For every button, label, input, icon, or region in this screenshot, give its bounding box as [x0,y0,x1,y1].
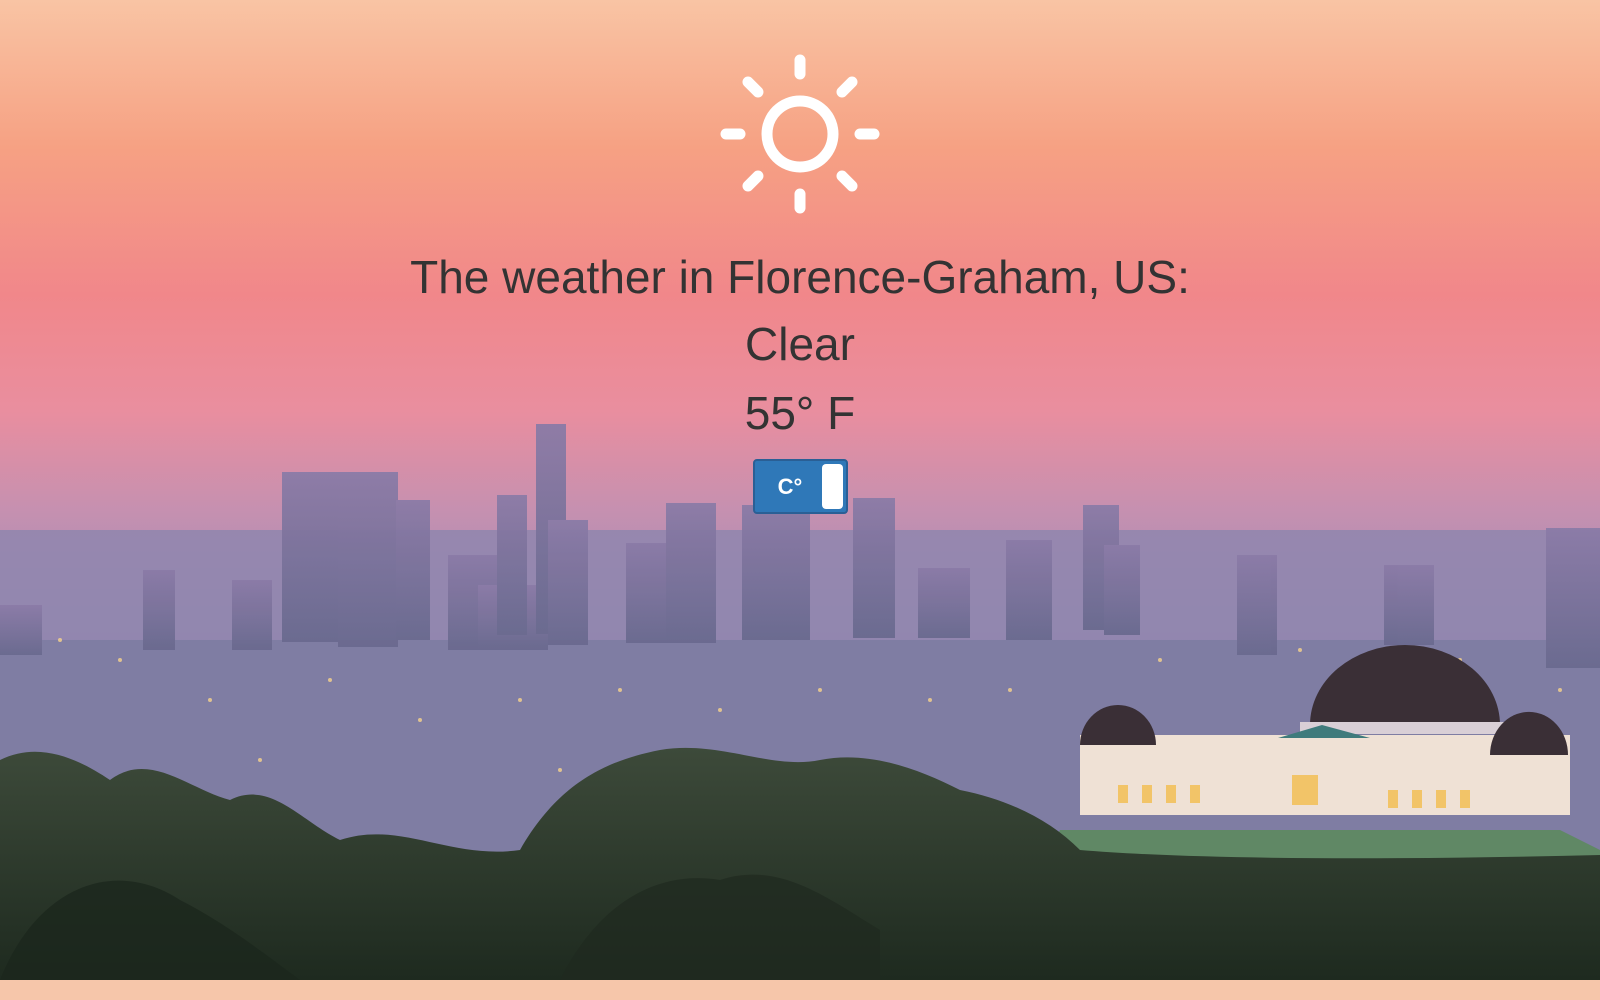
temperature-value: 55° F [744,387,856,439]
unit-toggle-button[interactable]: C° [753,459,848,514]
bottom-strip [0,980,1600,1000]
unit-toggle-knob [822,464,843,509]
unit-toggle-label: C° [777,474,803,499]
weather-page: The weather in Florence-Graham, US: Clea… [0,0,1600,1000]
weather-location-heading: The weather in Florence-Graham, US: [410,251,1190,303]
weather-condition: Clear [745,318,855,370]
sun-icon [720,54,880,214]
